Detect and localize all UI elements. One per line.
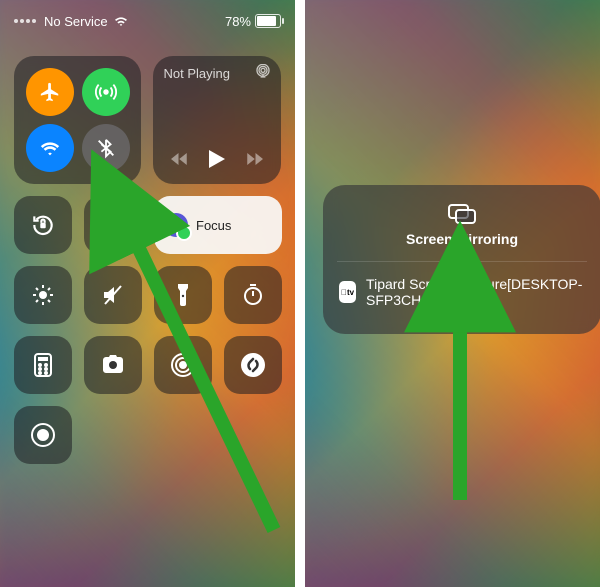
calculator-button[interactable] [14, 336, 72, 394]
battery-icon [255, 14, 281, 28]
status-bar: No Service 78% [14, 10, 281, 32]
screen-mirroring-title: Screen Mirroring [406, 231, 518, 247]
connectivity-panel[interactable] [14, 56, 141, 184]
screen-mirroring-screen: Screen Mirroring tv Tipard Screen Captu… [305, 0, 600, 587]
screen-record-button[interactable] [14, 406, 72, 464]
wifi-icon [114, 16, 128, 27]
apple-tv-icon: tv [339, 281, 356, 303]
signal-dots-icon [14, 19, 36, 23]
focus-button[interactable]: Focus [154, 196, 282, 254]
cellular-data-toggle[interactable] [82, 68, 130, 116]
media-panel[interactable]: Not Playing [153, 56, 281, 184]
forward-button[interactable] [245, 152, 263, 166]
mirroring-device-label: Tipard Screen Capture[DESKTOP-SFP3CHJ] [366, 276, 585, 308]
mirroring-device-row[interactable]: tv Tipard Screen Capture[DESKTOP-SFP3CH… [323, 262, 600, 322]
camera-button[interactable] [84, 336, 142, 394]
orientation-lock-button[interactable] [14, 196, 72, 254]
screen-mirroring-button[interactable] [84, 196, 142, 254]
airplay-icon[interactable] [255, 64, 271, 78]
timer-button[interactable] [224, 266, 282, 324]
play-button[interactable] [209, 150, 225, 168]
focus-icon [164, 213, 188, 237]
screen-mirroring-card: Screen Mirroring tv Tipard Screen Captu… [323, 185, 600, 334]
brightness-button[interactable] [14, 266, 72, 324]
screen-mirroring-icon [447, 203, 477, 225]
focus-label: Focus [196, 218, 231, 233]
bluetooth-toggle[interactable] [82, 124, 130, 172]
image-gap [295, 0, 305, 587]
carrier-label: No Service [44, 14, 108, 29]
airplane-mode-toggle[interactable] [26, 68, 74, 116]
accessibility-button[interactable] [154, 336, 212, 394]
control-center-screen: No Service 78% [0, 0, 295, 587]
flashlight-button[interactable] [154, 266, 212, 324]
wifi-toggle[interactable] [26, 124, 74, 172]
shazam-button[interactable] [224, 336, 282, 394]
rewind-button[interactable] [171, 152, 189, 166]
mute-button[interactable] [84, 266, 142, 324]
battery-percent: 78% [225, 14, 251, 29]
